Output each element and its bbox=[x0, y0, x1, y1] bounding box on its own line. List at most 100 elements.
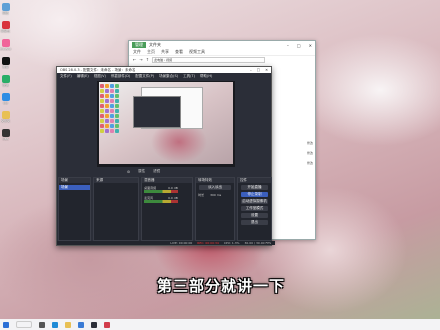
filters-button[interactable]: 滤镜 bbox=[153, 169, 160, 174]
controls-buttons: 开始直播停止录制启动虚拟摄像机 工作室模式设置退出 bbox=[238, 185, 271, 225]
menu-item[interactable]: 文件(F) bbox=[60, 74, 72, 79]
ribbon-tab[interactable]: 查看 bbox=[175, 49, 183, 55]
transition-select[interactable]: 淡入淡出 bbox=[199, 185, 232, 190]
obs-title: OBS 28.0.3 - 配置文件：未命名 - 场景：未命名 bbox=[60, 67, 136, 72]
preview-app-icon bbox=[115, 89, 119, 93]
preview-desktop-capture bbox=[99, 82, 233, 164]
desktop-icon[interactable]: 网络 bbox=[0, 3, 11, 15]
control-button[interactable]: 停止录制 bbox=[241, 192, 269, 197]
menu-item[interactable]: 工具(T) bbox=[183, 74, 195, 79]
list-item[interactable]: 修改 bbox=[307, 151, 313, 155]
desktop-icon[interactable]: QQ bbox=[0, 93, 11, 105]
obs-window[interactable]: OBS 28.0.3 - 配置文件：未命名 - 场景：未命名 – □ ✕ 文件(… bbox=[56, 66, 275, 246]
control-button[interactable]: 退出 bbox=[241, 220, 269, 225]
obs-preview-canvas[interactable] bbox=[97, 81, 235, 167]
preview-app-icon bbox=[100, 119, 104, 123]
preview-app-icon bbox=[110, 109, 114, 113]
preview-app-icon bbox=[105, 104, 109, 108]
duration-row: 时长 300 ms bbox=[198, 193, 232, 197]
store-icon[interactable] bbox=[78, 321, 84, 328]
desktop-icon[interactable]: 微信 bbox=[0, 75, 11, 87]
desktop-icon-label: 网易云 bbox=[0, 29, 10, 33]
maximize-icon[interactable]: □ bbox=[297, 43, 301, 48]
ribbon-tab[interactable]: 文件 bbox=[133, 49, 141, 55]
control-button[interactable]: 启动虚拟摄像机 bbox=[241, 199, 269, 204]
edge-icon[interactable] bbox=[52, 321, 58, 328]
close-icon[interactable]: ✕ bbox=[309, 43, 312, 48]
live-timer: LIVE: 00:00:00 bbox=[170, 241, 193, 245]
back-icon[interactable]: ← bbox=[133, 57, 136, 62]
menu-item[interactable]: 编辑(E) bbox=[77, 74, 89, 79]
control-button[interactable]: 设置 bbox=[241, 213, 269, 218]
app-icon bbox=[1, 129, 10, 137]
close-icon[interactable]: ✕ bbox=[265, 68, 268, 72]
preview-app-icon bbox=[115, 114, 119, 118]
preview-app-icon bbox=[100, 94, 104, 98]
gear-icon[interactable]: ⚙ bbox=[127, 170, 130, 174]
preview-app-icon bbox=[110, 114, 114, 118]
search-icon[interactable] bbox=[16, 321, 32, 328]
menu-item[interactable]: 配置文件(P) bbox=[135, 74, 154, 79]
desktop-icon[interactable]: 网易云 bbox=[0, 21, 11, 33]
control-button[interactable]: 工作室模式 bbox=[241, 206, 269, 211]
obs-menubar: 文件(F) 编辑(E) 视图(V) 停靠部件(D) 配置文件(P) 场景集合(S) 工具(T… bbox=[57, 73, 271, 79]
desktop-icon-label: OBS bbox=[2, 137, 9, 141]
desktop-icon[interactable]: OBS bbox=[0, 129, 11, 141]
file-explorer-icon[interactable] bbox=[65, 321, 71, 328]
menu-item[interactable]: 帮助(H) bbox=[200, 74, 212, 79]
minimize-icon[interactable]: – bbox=[250, 68, 252, 72]
controls-header: 控件 bbox=[238, 178, 272, 183]
preview-app-icon bbox=[105, 114, 109, 118]
up-icon[interactable]: ↑ bbox=[146, 57, 149, 62]
desktop-icon-label: 文件夹 bbox=[0, 119, 10, 123]
preview-app-icon bbox=[105, 124, 109, 128]
manage-tab[interactable]: 管理 bbox=[132, 42, 146, 48]
preview-app-icon bbox=[110, 84, 114, 88]
volume-meter bbox=[144, 200, 179, 203]
preview-app-icon bbox=[115, 109, 119, 113]
ribbon-tab[interactable]: 视频工具 bbox=[189, 49, 205, 55]
desktop-icon[interactable]: BILIBILI bbox=[0, 39, 11, 51]
maximize-icon[interactable]: □ bbox=[257, 68, 260, 72]
minimize-icon[interactable]: – bbox=[287, 43, 289, 48]
preview-app-icon bbox=[100, 114, 104, 118]
menu-item[interactable]: 视图(V) bbox=[94, 74, 106, 79]
control-button[interactable]: 开始直播 bbox=[241, 185, 269, 190]
desktop-icon[interactable]: 抖音 bbox=[0, 57, 11, 69]
preview-app-icon bbox=[115, 119, 119, 123]
preview-app-icon bbox=[105, 89, 109, 93]
mixer-channel-name: 桌面音频 bbox=[144, 186, 157, 190]
preview-app-icon bbox=[105, 109, 109, 113]
video-editor-icon[interactable] bbox=[104, 321, 110, 328]
ribbon-tab[interactable]: 主页 bbox=[147, 49, 155, 55]
app-icon bbox=[1, 3, 10, 11]
controls-dock: 控件 开始直播停止录制启动虚拟摄像机 工作室模式设置退出 bbox=[237, 177, 273, 241]
preview-app-icon bbox=[100, 84, 104, 88]
obs-status-bar: LIVE: 00:00:00 REC: 00:00:34 CPU: 1.3% 3… bbox=[57, 241, 275, 245]
forward-icon[interactable]: → bbox=[139, 57, 142, 62]
desktop-icon-label: 抖音 bbox=[2, 65, 9, 69]
ribbon-tab[interactable]: 共享 bbox=[161, 49, 169, 55]
desktop-icon-label: 微信 bbox=[2, 83, 9, 87]
preview-app-icon bbox=[100, 89, 104, 93]
menu-item[interactable]: 场景集合(S) bbox=[159, 74, 178, 79]
windows-icon[interactable] bbox=[3, 321, 9, 328]
scene-item[interactable]: 场景 bbox=[59, 185, 91, 190]
source-toolbar: ⚙ 属性 滤镜 bbox=[57, 169, 341, 174]
address-input[interactable]: 此电脑 › 视频 bbox=[152, 56, 266, 63]
volume-meter bbox=[144, 190, 179, 193]
desktop-icon-label: 网络 bbox=[2, 11, 9, 15]
duration-input[interactable]: 300 ms bbox=[210, 193, 232, 197]
rec-timer: REC: 00:00:34 bbox=[197, 241, 219, 245]
desktop-icon[interactable]: 文件夹 bbox=[0, 111, 11, 123]
explorer-titlebar: 管理 文件夹 – □ ✕ bbox=[129, 41, 315, 49]
list-item[interactable]: 修改 bbox=[307, 161, 313, 165]
preview-app-icon bbox=[110, 129, 114, 133]
list-item[interactable]: 修改 bbox=[307, 141, 313, 145]
app-icon bbox=[1, 111, 10, 119]
obs-icon[interactable] bbox=[91, 321, 97, 328]
menu-item[interactable]: 停靠部件(D) bbox=[111, 74, 130, 79]
sources-dock: 来源 bbox=[93, 177, 140, 241]
properties-button[interactable]: 属性 bbox=[138, 169, 145, 174]
task-view-icon[interactable] bbox=[39, 321, 45, 328]
